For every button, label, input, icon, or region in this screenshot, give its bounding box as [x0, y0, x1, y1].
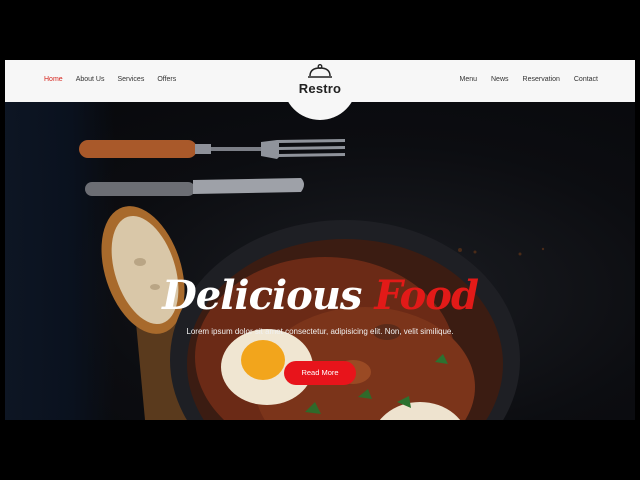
nav-reservation[interactable]: Reservation	[523, 76, 560, 83]
brand-name: Restro	[298, 81, 342, 96]
nav-about-us[interactable]: About Us	[76, 76, 105, 83]
fork-icon	[79, 139, 345, 159]
skillet	[170, 220, 520, 420]
nav-left: Home About Us Services Offers	[44, 76, 176, 83]
hero-title-part1: Delicious	[162, 272, 362, 319]
knife-icon	[85, 178, 304, 196]
hero-title-part2: Food	[374, 272, 479, 319]
website-frame: Delicious Food Lorem ipsum dolor sit ame…	[5, 60, 635, 420]
hero-subtitle: Lorem ipsum dolor sit amet consectetur, …	[186, 327, 454, 336]
read-more-button[interactable]: Read More	[284, 361, 356, 385]
nav-menu[interactable]: Menu	[459, 76, 477, 83]
brand-logo[interactable]: Restro	[290, 64, 350, 96]
nav-news[interactable]: News	[491, 76, 509, 83]
nav-home[interactable]: Home	[44, 76, 63, 83]
hero-title: Delicious Food	[5, 272, 635, 319]
nav-right: Menu News Reservation Contact	[459, 76, 598, 83]
cloche-icon	[308, 64, 332, 78]
nav-contact[interactable]: Contact	[574, 76, 598, 83]
nav-services[interactable]: Services	[117, 76, 144, 83]
hero-section: Delicious Food Lorem ipsum dolor sit ame…	[5, 102, 635, 420]
nav-offers[interactable]: Offers	[157, 76, 176, 83]
